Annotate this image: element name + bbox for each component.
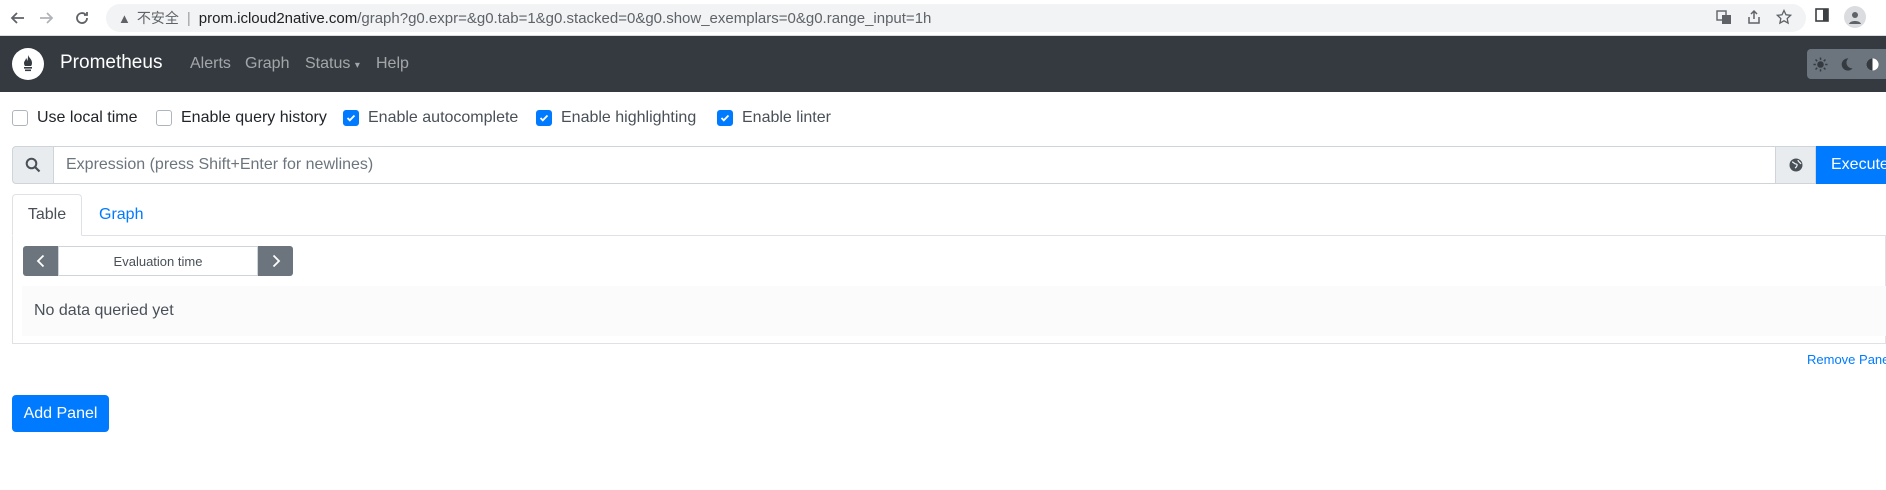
light-theme-icon[interactable] [1807,49,1833,79]
dark-theme-icon[interactable] [1833,49,1859,79]
caret-down-icon: ▾ [354,60,360,71]
use-local-time-checkbox[interactable] [12,110,28,126]
search-icon [12,146,54,184]
nav-status-label: Status [305,55,351,72]
side-panel-icon[interactable] [1814,7,1830,28]
nav-status[interactable]: Status ▾ [305,55,360,73]
expression-input[interactable]: Expression (press Shift+Enter for newlin… [54,146,1776,184]
use-local-time-label: Use local time [37,109,138,126]
nav-alerts[interactable]: Alerts [190,55,231,73]
evaluation-time-placeholder: Evaluation time [113,253,203,269]
reload-icon[interactable] [70,6,94,30]
insecure-label: 不安全 [136,10,179,26]
no-data-message: No data queried yet [22,286,1886,336]
option-use-local-time[interactable]: Use local time [12,109,137,127]
autocomplete-checkbox[interactable] [343,110,359,126]
remove-panel-link[interactable]: Remove Panel [1807,352,1886,367]
expression-input-group: Expression (press Shift+Enter for newlin… [12,146,1886,184]
theme-toggle-group [1807,49,1886,79]
option-enable-query-history[interactable]: Enable query history [156,109,327,127]
autocomplete-label: Enable autocomplete [368,109,519,126]
tab-graph[interactable]: Graph [99,206,143,224]
back-icon[interactable] [6,6,30,30]
profile-avatar-icon[interactable] [1844,6,1866,28]
metrics-explorer-globe-icon[interactable] [1776,146,1816,184]
option-enable-linter[interactable]: Enable linter [717,109,831,127]
chevron-right-icon[interactable] [258,246,293,276]
nav-graph[interactable]: Graph [245,55,289,73]
evaluation-time-input[interactable]: Evaluation time [58,246,258,276]
linter-label: Enable linter [742,109,831,126]
prometheus-logo-icon[interactable] [12,48,44,80]
add-panel-button[interactable]: Add Panel [12,395,109,432]
nav-help[interactable]: Help [376,55,409,73]
address-bar[interactable]: ▲ 不安全 | prom.icloud2native.com /graph?g0… [106,4,1806,32]
expression-placeholder: Expression (press Shift+Enter for newlin… [66,156,374,173]
chevron-left-icon[interactable] [23,246,58,276]
forward-icon[interactable] [34,6,58,30]
option-enable-highlighting[interactable]: Enable highlighting [536,109,696,127]
top-navbar: Prometheus Alerts Graph Status ▾ Help [0,36,1886,92]
query-history-checkbox[interactable] [156,110,172,126]
highlighting-label: Enable highlighting [561,109,697,126]
highlighting-checkbox[interactable] [536,110,552,126]
brand-title[interactable]: Prometheus [60,52,162,74]
share-icon[interactable] [1746,9,1762,28]
browser-theme-icon[interactable] [1860,49,1886,79]
execute-button[interactable]: Execute [1816,146,1886,184]
tab-table[interactable]: Table [12,194,82,236]
linter-checkbox[interactable] [717,110,733,126]
url-host: prom.icloud2native.com [198,9,358,27]
url-path: /graph?g0.expr=&g0.tab=1&g0.stacked=0&g0… [357,9,932,27]
query-history-label: Enable query history [181,109,327,126]
warning-icon: ▲ [118,10,131,26]
evaluation-time-group: Evaluation time [23,246,293,276]
option-enable-autocomplete[interactable]: Enable autocomplete [343,109,518,127]
bookmark-star-icon[interactable] [1775,8,1793,28]
translate-icon[interactable] [1716,9,1732,28]
no-data-text: No data queried yet [34,302,174,319]
address-separator: | [186,9,191,27]
browser-toolbar: ▲ 不安全 | prom.icloud2native.com /graph?g0… [0,0,1886,36]
